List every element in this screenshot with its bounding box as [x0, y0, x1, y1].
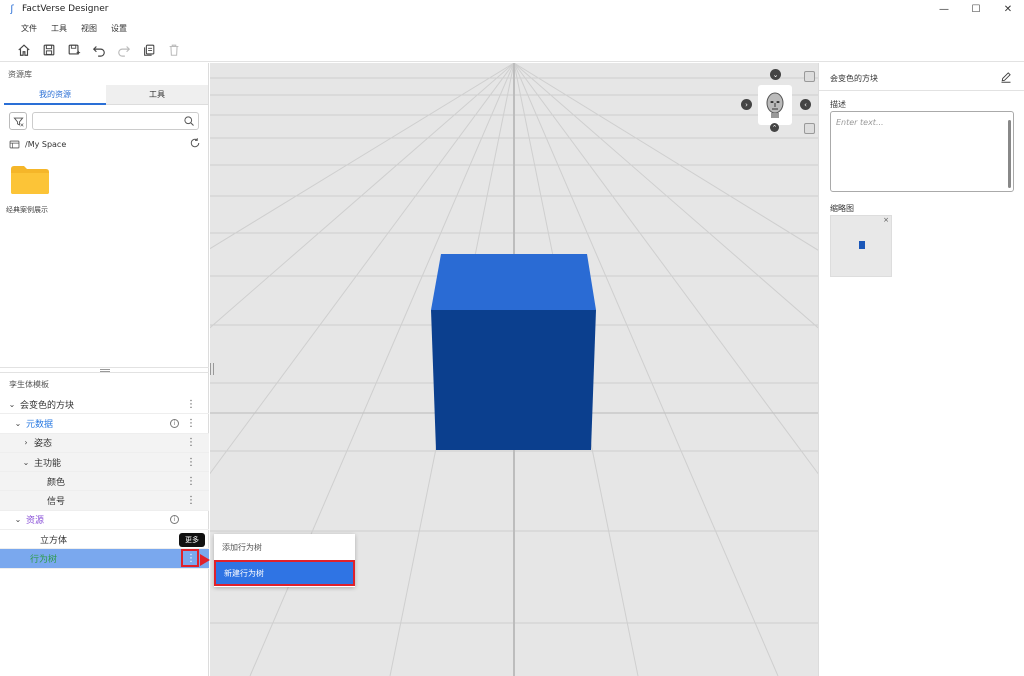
filter-icon: [12, 117, 24, 127]
save-icon[interactable]: [37, 39, 61, 61]
thumbnail-image: ×: [830, 215, 892, 277]
tree-item-resources[interactable]: ⌄ 资源 i: [0, 511, 209, 531]
more-tooltip: 更多: [179, 533, 205, 547]
splitter-grip: [99, 368, 110, 372]
view-gizmo[interactable]: [758, 85, 792, 125]
menu-item-new-behavior-tree[interactable]: 新建行为树: [214, 560, 355, 586]
toolbar: [0, 38, 1024, 62]
tab-tools[interactable]: 工具: [106, 85, 208, 105]
gizmo-right-icon[interactable]: ‹: [800, 99, 811, 110]
info-icon[interactable]: i: [170, 418, 179, 428]
tree-item-label: 姿态: [34, 439, 53, 450]
description-placeholder: Enter text...: [836, 118, 884, 127]
folder-label: 经典案例展示: [6, 206, 48, 214]
thumbnail-label: 缩略图: [830, 204, 854, 213]
menu-item-add-behavior-tree[interactable]: 添加行为树: [214, 534, 355, 560]
description-field[interactable]: Enter text...: [830, 111, 1014, 192]
chevron-right-icon[interactable]: ›: [21, 438, 31, 447]
app-logo-icon: ʃ: [10, 3, 14, 15]
divider: [819, 90, 1024, 91]
window-controls: — ☐ ✕: [928, 0, 1024, 18]
gizmo-down-icon[interactable]: ⌃: [770, 123, 779, 132]
minimize-button[interactable]: —: [928, 0, 960, 18]
more-icon[interactable]: ⋮: [186, 495, 196, 506]
folder-tree-icon: [9, 140, 20, 148]
chevron-down-icon[interactable]: ⌄: [7, 400, 17, 409]
breadcrumb: /My Space: [9, 137, 201, 151]
tree-item-label: 立方体: [40, 535, 68, 546]
path-text: /My Space: [25, 139, 67, 149]
filter-button[interactable]: [9, 112, 27, 130]
tree-item-main-function[interactable]: ⌄ 主功能 ⋮: [0, 452, 209, 473]
tree-item-label: 信号: [47, 497, 66, 508]
template-tree: ⌄ 会变色的方块 ⋮ ⌄ 元数据 i ⋮ › 姿态 ⋮ ⌄ 主功能 ⋮ 颜色 ⋮…: [0, 395, 209, 569]
delete-icon[interactable]: [162, 39, 186, 61]
tree-item-metadata[interactable]: ⌄ 元数据 i ⋮: [0, 414, 209, 434]
menu-settings[interactable]: 设置: [111, 23, 127, 34]
tree-item-label: 主功能: [34, 458, 62, 469]
copy-icon[interactable]: [137, 39, 161, 61]
more-icon[interactable]: ⋮: [186, 437, 196, 448]
tab-my-resources[interactable]: 我的资源: [4, 85, 106, 105]
pointer-arrow-icon: [200, 554, 210, 566]
info-icon[interactable]: i: [170, 515, 179, 525]
more-icon[interactable]: ⋮: [186, 399, 196, 410]
tree-item-cube[interactable]: 立方体: [0, 530, 209, 550]
chevron-down-icon[interactable]: ⌄: [21, 458, 31, 467]
viewport-resize-handle[interactable]: [210, 363, 214, 375]
title-bar: ʃ FactVerse Designer — ☐ ✕: [0, 0, 1024, 18]
chevron-down-icon[interactable]: ⌄: [13, 515, 23, 524]
panel-splitter[interactable]: [0, 367, 209, 373]
undo-icon[interactable]: [87, 39, 111, 61]
description-label: 描述: [830, 100, 846, 109]
resource-tabs: 我的资源 工具: [4, 85, 208, 105]
more-icon[interactable]: ⋮: [186, 457, 196, 468]
more-button-highlight: [181, 549, 199, 567]
maximize-button[interactable]: ☐: [960, 0, 992, 18]
chevron-down-icon[interactable]: ⌄: [13, 419, 23, 428]
folder-icon[interactable]: [10, 163, 50, 195]
cube-top-face: [431, 254, 596, 310]
properties-panel: 会变色的方块 描述 Enter text... 缩略图 ×: [818, 63, 1024, 676]
camera-icon[interactable]: [804, 71, 815, 82]
tree-item-color[interactable]: 颜色 ⋮: [0, 472, 209, 492]
menu-view[interactable]: 视图: [81, 23, 97, 34]
tree-item-label: 资源: [26, 516, 45, 527]
refresh-icon[interactable]: [189, 137, 201, 149]
menu-tools[interactable]: 工具: [51, 23, 67, 34]
search-icon[interactable]: [183, 115, 195, 127]
gizmo-up-icon[interactable]: ⌄: [770, 69, 781, 80]
search-input[interactable]: [32, 112, 199, 130]
thumbnail-cube: [859, 241, 865, 249]
resource-library-label: 资源库: [8, 70, 32, 79]
tree-item-label: 行为树: [30, 555, 58, 566]
cube-front-face: [431, 310, 596, 450]
save-as-icon[interactable]: [62, 39, 86, 61]
menu-bar: 文件 工具 视图 设置: [0, 20, 134, 36]
more-icon[interactable]: ⋮: [186, 418, 196, 429]
tree-item-pose[interactable]: › 姿态 ⋮: [0, 433, 209, 453]
home-icon[interactable]: [12, 39, 36, 61]
tree-item-behavior-tree[interactable]: 行为树 ⋮: [0, 549, 209, 569]
object-title: 会变色的方块: [830, 74, 878, 83]
app-title: FactVerse Designer: [22, 4, 109, 14]
grid-toggle-icon[interactable]: [804, 123, 815, 134]
edit-icon[interactable]: [1000, 71, 1012, 83]
description-scrollbar[interactable]: [1008, 120, 1011, 188]
redo-icon[interactable]: [112, 39, 136, 61]
tree-item-signal[interactable]: 信号 ⋮: [0, 491, 209, 511]
gizmo-left-icon[interactable]: ›: [741, 99, 752, 110]
thumbnail-close-icon[interactable]: ×: [883, 216, 889, 224]
left-panel: 资源库 我的资源 工具 /My Space 经典案例展示 孪生体模板 ⌄ 会变色…: [0, 63, 209, 676]
twin-template-label: 孪生体模板: [9, 380, 49, 389]
more-icon[interactable]: ⋮: [186, 476, 196, 487]
tree-item-label: 颜色: [47, 477, 66, 488]
context-menu: 添加行为树 新建行为树: [214, 534, 355, 587]
menu-file[interactable]: 文件: [21, 23, 37, 34]
head-orientation-icon: [766, 92, 784, 118]
tree-item-label: 会变色的方块: [20, 400, 75, 411]
tree-item-root[interactable]: ⌄ 会变色的方块 ⋮: [0, 395, 209, 415]
tree-item-label: 元数据: [26, 419, 54, 430]
close-button[interactable]: ✕: [992, 0, 1024, 18]
